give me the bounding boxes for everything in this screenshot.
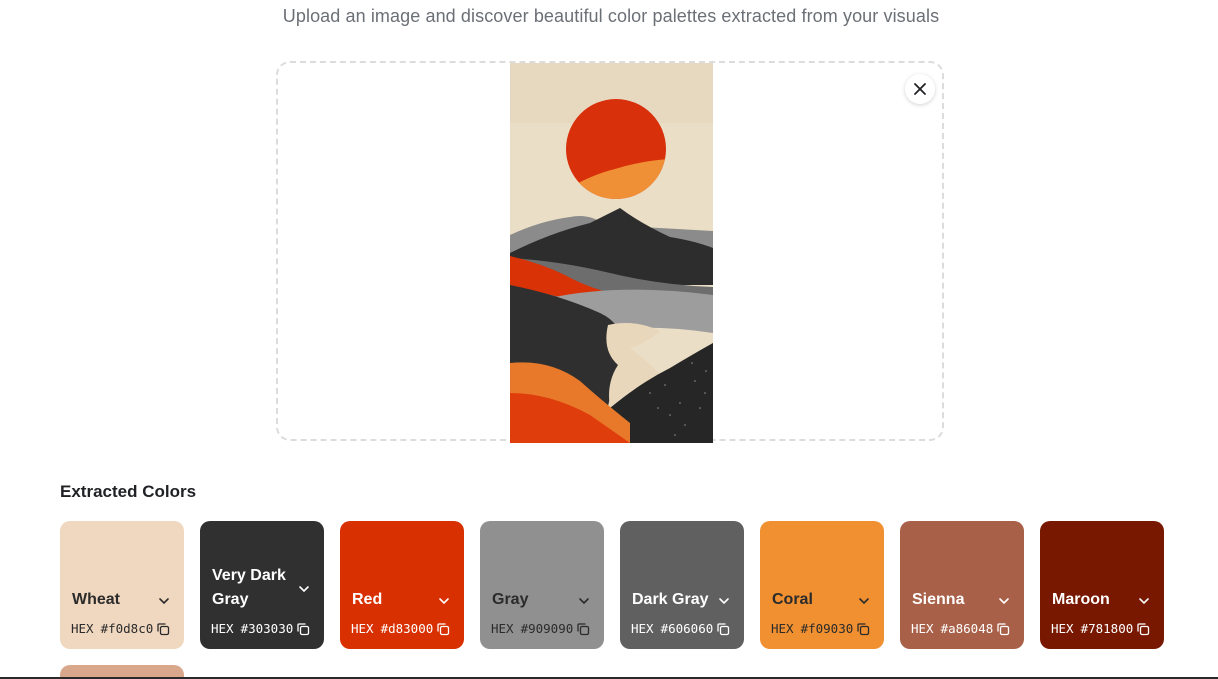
color-swatch[interactable]: Gray HEX #909090	[480, 521, 604, 649]
color-name: Maroon	[1052, 591, 1110, 608]
color-swatch[interactable]: Maroon HEX #781800	[1040, 521, 1164, 649]
copy-icon[interactable]	[996, 622, 1010, 636]
hex-code: #f09030	[800, 621, 854, 636]
chevron-down-icon[interactable]	[438, 595, 450, 607]
copy-icon[interactable]	[576, 622, 590, 636]
copy-icon[interactable]	[856, 622, 870, 636]
copy-icon[interactable]	[1136, 622, 1150, 636]
color-name: Gray	[492, 591, 529, 608]
hex-value: HEX #d83000	[351, 621, 450, 636]
color-name: Very Dark Gray	[212, 567, 286, 608]
close-icon	[914, 83, 926, 95]
color-swatch[interactable]: Red HEX #d83000	[340, 521, 464, 649]
hex-prefix: HEX	[71, 621, 94, 636]
chevron-down-icon[interactable]	[158, 595, 170, 607]
hex-prefix: HEX	[911, 621, 934, 636]
hex-value: HEX #303030	[211, 621, 310, 636]
uploaded-image-preview	[510, 63, 713, 443]
hex-prefix: HEX	[491, 621, 514, 636]
hex-code: #781800	[1080, 621, 1134, 636]
color-swatch[interactable]: Sienna HEX #a86048	[900, 521, 1024, 649]
hex-value: HEX #a86048	[911, 621, 1010, 636]
hex-prefix: HEX	[631, 621, 654, 636]
chevron-down-icon[interactable]	[578, 595, 590, 607]
hex-code: #909090	[520, 621, 574, 636]
hex-prefix: HEX	[1051, 621, 1074, 636]
hex-code: #f0d8c0	[100, 621, 154, 636]
hex-value: HEX #909090	[491, 621, 590, 636]
color-name: Wheat	[72, 591, 120, 608]
extracted-colors-heading: Extracted Colors	[60, 482, 197, 501]
chevron-down-icon[interactable]	[998, 595, 1010, 607]
remove-image-button[interactable]	[905, 74, 935, 104]
hex-code: #d83000	[380, 621, 434, 636]
hex-prefix: HEX	[351, 621, 374, 636]
copy-icon[interactable]	[296, 622, 310, 636]
chevron-down-icon[interactable]	[858, 595, 870, 607]
hex-prefix: HEX	[771, 621, 794, 636]
copy-icon[interactable]	[716, 622, 730, 636]
color-swatch[interactable]: Very Dark Gray HEX #303030	[200, 521, 324, 649]
copy-icon[interactable]	[156, 622, 170, 636]
hex-prefix: HEX	[211, 621, 234, 636]
color-name: Red	[352, 591, 383, 608]
chevron-down-icon[interactable]	[298, 583, 310, 595]
hex-value: HEX #f0d8c0	[71, 621, 170, 636]
color-name: Sienna	[912, 591, 965, 608]
hex-code: #a86048	[940, 621, 994, 636]
color-name: Dark Gray	[632, 591, 709, 608]
chevron-down-icon[interactable]	[718, 595, 730, 607]
page: Upload an image and discover beautiful c…	[0, 0, 1218, 679]
color-name: Coral	[772, 591, 813, 608]
landscape-artwork	[510, 63, 713, 443]
color-swatch[interactable]: Coral HEX #f09030	[760, 521, 884, 649]
hex-value: HEX #f09030	[771, 621, 870, 636]
hex-value: HEX #781800	[1051, 621, 1150, 636]
hex-value: HEX #606060	[631, 621, 730, 636]
chevron-down-icon[interactable]	[1138, 595, 1150, 607]
color-swatch[interactable]: Wheat HEX #f0d8c0	[60, 521, 184, 649]
hex-code: #303030	[240, 621, 294, 636]
copy-icon[interactable]	[436, 622, 450, 636]
color-swatch[interactable]: Dark Gray HEX #606060	[620, 521, 744, 649]
page-subtitle: Upload an image and discover beautiful c…	[282, 6, 940, 26]
hex-code: #606060	[660, 621, 714, 636]
